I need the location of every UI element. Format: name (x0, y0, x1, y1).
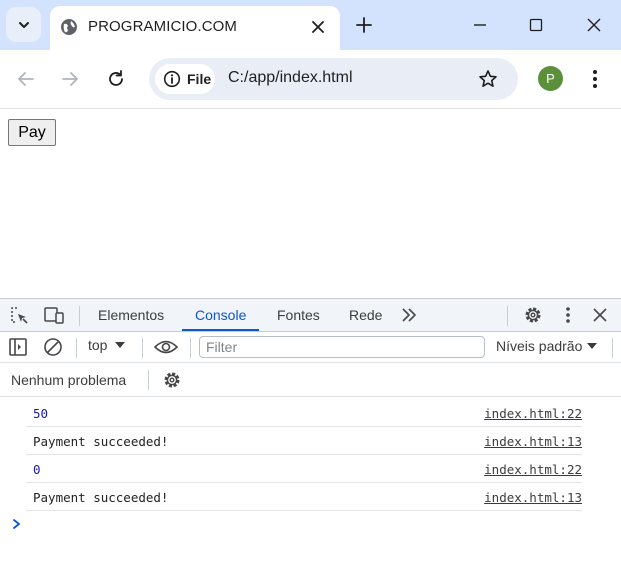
console-message-text: 50 (33, 406, 49, 421)
url-text[interactable]: C:/app/index.html (228, 69, 353, 87)
live-expression-button[interactable] (154, 335, 178, 359)
devtools-settings-button[interactable] (521, 303, 545, 327)
toolbar-separator (612, 338, 613, 358)
inspect-element-button[interactable] (7, 303, 31, 327)
eye-icon (154, 340, 178, 354)
new-tab-button[interactable] (352, 13, 376, 37)
console-source-link[interactable]: index.html:22 (484, 406, 582, 421)
console-message-row: Payment succeeded! index.html:13 (0, 427, 621, 455)
tab-strip: PROGRAMICIO.COM (0, 0, 621, 50)
more-vert-icon (593, 70, 597, 88)
toolbar-separator (190, 338, 191, 358)
console-source-link[interactable]: index.html:13 (484, 490, 582, 505)
close-icon (312, 21, 324, 33)
devtools-menu-button[interactable] (556, 303, 580, 327)
site-info-label: File (187, 71, 212, 87)
profile-avatar[interactable]: P (538, 66, 563, 91)
console-filter-input[interactable] (199, 336, 485, 358)
context-selector[interactable]: top (88, 337, 126, 353)
device-toolbar-button[interactable] (42, 303, 66, 327)
globe-icon (61, 19, 77, 35)
maximize-button[interactable] (524, 13, 548, 37)
more-vert-icon (566, 307, 570, 323)
log-levels-dropdown[interactable]: Níveis padrão (496, 338, 598, 354)
close-window-button[interactable] (582, 13, 606, 37)
issues-count-link[interactable]: Nenhum problema (11, 372, 126, 388)
bookmark-button[interactable] (476, 67, 500, 91)
console-message-row: 50 index.html:22 (0, 399, 621, 427)
console-message-row: 0 index.html:22 (0, 455, 621, 483)
maximize-icon (529, 18, 543, 32)
toolbar-separator (142, 338, 143, 358)
console-filter-bar: top Níveis padrão (0, 332, 621, 363)
back-button[interactable] (13, 66, 39, 92)
site-info-chip[interactable]: File (155, 64, 215, 94)
tab-close-button[interactable] (308, 17, 328, 37)
devtools-tab-bar: Elementos Console Fontes Rede (0, 299, 621, 332)
console-message-text: Payment succeeded! (33, 434, 169, 449)
reload-icon (109, 70, 123, 86)
reload-button[interactable] (103, 66, 129, 92)
arrow-right-icon (62, 72, 78, 86)
forward-button[interactable] (57, 66, 83, 92)
console-message-row: Payment succeeded! index.html:13 (0, 483, 621, 511)
tab-console[interactable]: Console (182, 299, 260, 331)
caret-down-icon (115, 342, 126, 348)
arrow-left-icon (18, 72, 34, 86)
minimize-button[interactable] (468, 13, 492, 37)
address-bar[interactable]: File C:/app/index.html (149, 58, 518, 100)
chevron-down-icon (18, 21, 29, 28)
console-source-link[interactable]: index.html:13 (484, 434, 582, 449)
toolbar-separator (76, 338, 77, 358)
caret-down-icon (587, 343, 598, 349)
device-icon (44, 307, 64, 324)
gear-icon (164, 372, 180, 388)
clear-console-button[interactable] (41, 335, 65, 359)
pay-button[interactable]: Pay (8, 119, 56, 146)
issues-bar: Nenhum problema (0, 363, 621, 397)
log-levels-label: Níveis padrão (496, 338, 583, 354)
devtools-panel: Elementos Console Fontes Rede top Filter… (0, 298, 621, 564)
close-icon (593, 308, 607, 322)
console-settings-button[interactable] (160, 368, 184, 392)
row-divider (26, 510, 582, 511)
browser-tab[interactable]: PROGRAMICIO.COM (50, 6, 340, 50)
tab-elements[interactable]: Elementos (98, 299, 164, 331)
close-devtools-button[interactable] (588, 303, 612, 327)
console-message-text: 0 (33, 462, 41, 477)
context-selector-label: top (88, 337, 108, 353)
gear-icon (525, 307, 541, 323)
block-icon (44, 338, 62, 356)
sidebar-icon (9, 338, 27, 356)
minimize-icon (474, 24, 486, 26)
inspect-icon (11, 307, 28, 324)
page-viewport: Pay (0, 110, 621, 298)
tab-search-button[interactable] (6, 7, 41, 42)
tab-sources[interactable]: Fontes (277, 299, 320, 331)
browser-menu-button[interactable] (584, 66, 606, 92)
toolbar-separator (507, 306, 508, 326)
console-source-link[interactable]: index.html:22 (484, 462, 582, 477)
toolbar-separator (79, 306, 80, 326)
tab-network[interactable]: Rede (349, 299, 382, 331)
sidebar-toggle-button[interactable] (6, 335, 30, 359)
more-tabs-button[interactable] (397, 303, 421, 327)
plus-icon (356, 17, 372, 33)
console-message-text: Payment succeeded! (33, 490, 169, 505)
browser-toolbar: File C:/app/index.html P (0, 50, 621, 109)
toolbar-separator (148, 370, 149, 390)
star-icon (479, 70, 497, 87)
double-chevron-right-icon (402, 308, 416, 322)
info-icon (163, 70, 181, 88)
close-icon (587, 18, 601, 32)
console-prompt-chevron-icon[interactable] (10, 517, 24, 531)
tab-title: PROGRAMICIO.COM (88, 18, 238, 35)
